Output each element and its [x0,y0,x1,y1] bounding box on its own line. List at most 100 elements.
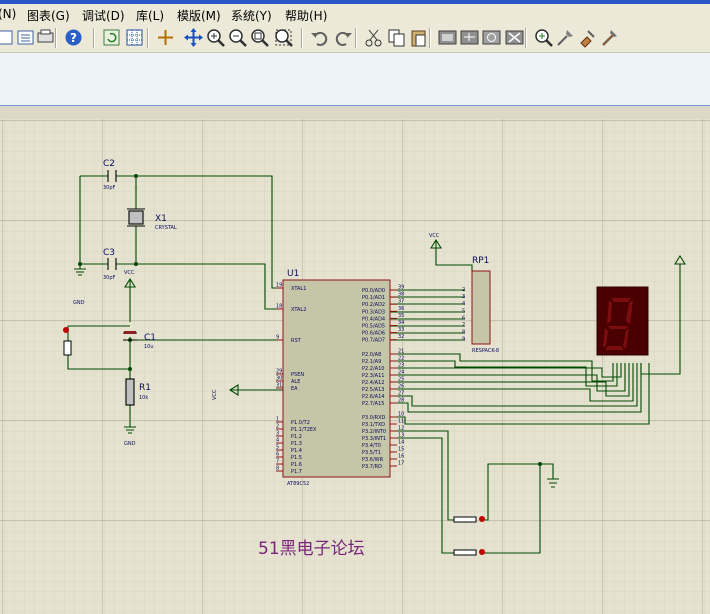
c2-ref: C2 [103,159,115,169]
u1-pin-number: 10 [398,412,404,418]
u1-pin-name: EA [291,386,298,392]
x1-value: CRYSTAL [155,225,177,231]
zoom-in-icon[interactable] [205,27,226,48]
u1-part: AT89C52 [287,481,309,487]
u1-pin-name: P0.7/AD7 [362,338,385,344]
menu-item-library[interactable]: 库(L) [136,7,164,24]
grid-icon[interactable] [124,27,145,48]
toolbar-separator [147,28,149,48]
u1-ref: U1 [287,269,299,279]
u1-pin-number: 1 [276,417,279,423]
u1-pin-number: 31 [276,383,282,389]
u1-pin-name: P1.5 [291,455,302,461]
seven-segment-display[interactable] [596,286,649,356]
toolbar-list-icon[interactable] [15,27,36,48]
u1-pin-name: P2.2/A10 [362,366,384,372]
menu-item-graph[interactable]: 图表(G) [27,7,70,24]
u1-pin-number: 11 [398,419,404,425]
u1-pin-number: 15 [398,447,404,453]
toolbar-print-icon[interactable] [35,27,56,48]
switch-int0[interactable] [453,516,485,523]
c1-polarity-mark [124,331,136,334]
vcc-label-1: VCC [124,270,135,276]
zoom-all-icon[interactable] [249,27,270,48]
help-icon[interactable]: ? [63,27,84,48]
block-copy-icon[interactable] [437,27,458,48]
menu-bar: (N) 图表(G) 调试(D) 库(L) 模版(M) 系统(Y) 帮助(H) [0,4,710,24]
schematic-editor[interactable]: C2 30pF C3 30pF X1 CRYSTAL C1 10u R1 10k… [0,119,710,614]
u1-pin-number: 8 [276,466,279,472]
u1-pin-number: 35 [398,313,404,319]
u1-pin-name: P0.4/AD4 [362,316,385,322]
u1-pin-number: 3 [276,431,279,437]
u1-pin-name: ALE [291,379,300,385]
menu-item-template[interactable]: 模版(M) [177,7,221,24]
zoom-out-icon[interactable] [227,27,248,48]
property-bar [0,53,710,105]
menu-item-n[interactable]: (N) [0,7,16,21]
make-device-icon[interactable] [555,27,576,48]
decompose-icon[interactable] [599,27,620,48]
u1-pin-number: 6 [276,452,279,458]
u1-pin-name: P1.6 [291,462,302,468]
u1-pin-number: 30 [276,376,282,382]
origin-icon[interactable] [155,27,176,48]
u1-pin-number: 33 [398,327,404,333]
u1-pin-name: P3.3/INT1 [362,436,386,442]
u1-pin-number: 9 [276,335,279,341]
u1-pin-name: P3.0/RXD [362,415,386,421]
u1-pin-number: 21 [398,349,404,355]
rp1-part: RESPACK-8 [472,348,499,354]
rp1-pin-labels: 23456 789 [462,287,465,343]
gnd-label-1: GND [73,300,85,306]
u1-pin-name: P1.3 [291,441,302,447]
rp1-resistor-pack[interactable] [471,270,491,345]
rp1-pin-number: 6 [462,315,465,321]
u1-pin-number: 36 [398,306,404,312]
menu-item-help[interactable]: 帮助(H) [285,7,327,24]
u1-pin-number: 32 [398,334,404,340]
c1-ref: C1 [144,333,156,343]
toolbar-separator [355,28,357,48]
u1-pin-number: 34 [398,320,404,326]
u1-pin-number: 19 [276,283,282,289]
r1-resistor-icon [125,378,135,406]
u1-pin-number: 23 [398,363,404,369]
block-move-icon[interactable] [459,27,480,48]
pan-icon[interactable] [183,27,204,48]
redo-icon[interactable] [333,27,354,48]
c3-value: 30pF [103,275,116,281]
switch-int1[interactable] [453,549,485,556]
u1-pin-name: P2.0/A8 [362,352,381,358]
paste-icon[interactable] [408,27,429,48]
u1-pin-name: PSEN [291,372,304,378]
pick-device-icon[interactable] [533,27,554,48]
cut-icon[interactable] [363,27,384,48]
vcc-label-3: VCC [212,389,218,400]
block-delete-icon[interactable] [504,27,525,48]
svg-text:?: ? [70,31,77,45]
r1-ref: R1 [139,383,151,393]
u1-pin-number: 5 [276,445,279,451]
x1-crystal-icon [128,210,144,225]
schematic-canvas[interactable]: C2 30pF C3 30pF X1 CRYSTAL C1 10u R1 10k… [0,119,710,614]
u1-pin-name: P1.1/T2EX [291,427,317,433]
copy-icon[interactable] [386,27,407,48]
block-rotate-icon[interactable] [481,27,502,48]
undo-icon[interactable] [309,27,330,48]
u1-pin-name: P1.7 [291,469,302,475]
menu-item-system[interactable]: 系统(Y) [231,7,272,24]
u1-pin-number: 38 [398,292,404,298]
zoom-area-icon[interactable] [273,27,294,48]
u1-pin-name: P0.3/AD3 [362,309,385,315]
u1-pin-number: 37 [398,299,404,305]
packaging-icon[interactable] [577,27,598,48]
u1-pin-name: P3.7/RD [362,464,382,470]
u1-pin-number: 27 [398,391,404,397]
u1-pin-name: P3.5/T1 [362,450,381,456]
u1-pin-name: P3.4/T0 [362,443,381,449]
menu-item-debug[interactable]: 调试(D) [82,7,125,24]
refresh-icon[interactable] [101,27,122,48]
u1-pin-name: P2.1/A9 [362,359,381,365]
u1-pin-name: P1.0/T2 [291,420,310,426]
